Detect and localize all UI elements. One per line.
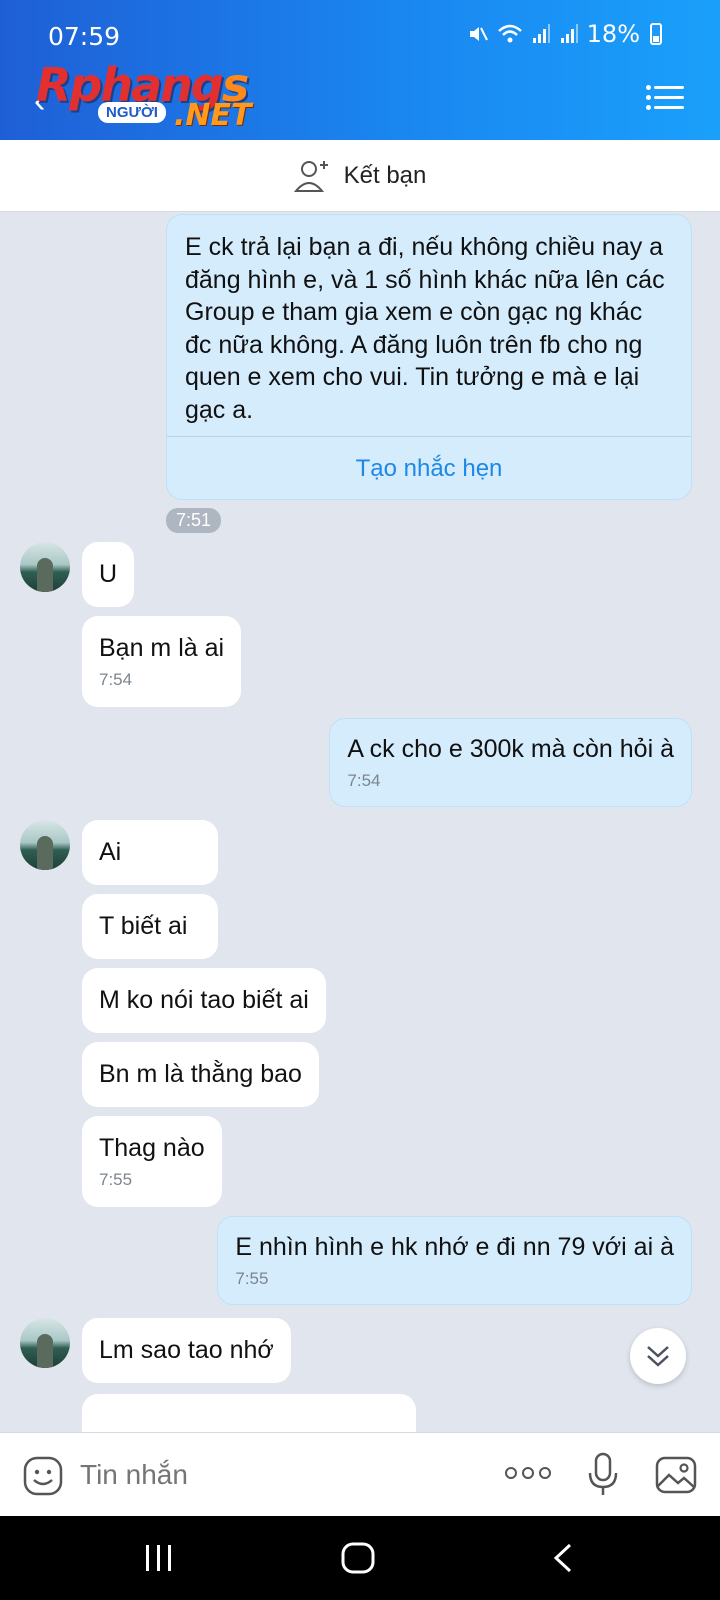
scroll-to-bottom-button[interactable] [630, 1328, 686, 1384]
status-icons: 18% [467, 20, 662, 48]
message-text: Lm sao tao nhớ [99, 1336, 274, 1364]
incoming-message[interactable]: T biết ai [82, 894, 218, 959]
message-text: E nhìn hình e hk nhớ e đi nn 79 với ai à [235, 1233, 674, 1261]
recent-apps-icon[interactable] [142, 1542, 176, 1574]
more-options-icon[interactable] [504, 1463, 552, 1483]
menu-list-icon[interactable] [646, 82, 684, 112]
incoming-message[interactable] [82, 1394, 416, 1432]
outgoing-message[interactable]: E ck trả lại bạn a đi, nếu không chiều n… [166, 214, 692, 500]
signal-icon [560, 24, 578, 43]
wifi-icon [497, 24, 522, 43]
incoming-message[interactable]: Ai [82, 820, 218, 885]
message-text: Thag nào [99, 1134, 205, 1162]
message-text: Ai [99, 838, 122, 866]
microphone-icon[interactable] [586, 1451, 620, 1499]
image-gallery-icon[interactable] [654, 1455, 698, 1495]
avatar[interactable] [20, 542, 70, 592]
message-text: U [99, 560, 118, 588]
double-chevron-down-icon [647, 1346, 669, 1367]
signal-icon [532, 24, 550, 43]
add-friend-icon [293, 160, 328, 192]
battery-percent: 18% [586, 20, 640, 48]
emoji-sticker-icon[interactable] [22, 1455, 64, 1497]
message-text: Bạn m là ai [99, 634, 225, 662]
message-time: 7:55 [99, 1170, 133, 1189]
logo-pill: NGƯỜI [98, 102, 166, 123]
incoming-message[interactable]: U [82, 542, 135, 607]
message-text: M ko nói tao biết ai [99, 986, 309, 1014]
mute-icon [469, 27, 488, 41]
app-header: 07:59 18% ‹ Rphangs NGƯỜI .NET [0, 0, 720, 140]
avatar[interactable] [20, 1318, 70, 1368]
add-friend-label: Kết bạn [343, 161, 427, 189]
back-nav-icon[interactable] [548, 1542, 578, 1574]
message-time: 7:54 [99, 670, 133, 689]
logo-net: .NET [174, 98, 252, 133]
message-text: E ck trả lại bạn a đi, nếu không chiều n… [185, 233, 665, 424]
message-text: A ck cho e 300k mà còn hỏi à [347, 735, 674, 763]
add-friend-button[interactable]: Kết bạn [0, 140, 720, 212]
message-text: Bn m là thằng bao [99, 1060, 302, 1088]
system-navigation-bar [0, 1516, 720, 1600]
rphangs-logo: Rphangs NGƯỜI .NET [36, 58, 256, 136]
incoming-message[interactable]: Thag nào 7:55 [82, 1116, 222, 1207]
incoming-message[interactable]: Lm sao tao nhớ [82, 1318, 291, 1383]
create-reminder-button[interactable]: Tạo nhắc hẹn [167, 437, 691, 499]
message-composer [0, 1432, 720, 1516]
time-pill: 7:51 [166, 508, 222, 533]
avatar[interactable] [20, 820, 70, 870]
battery-icon [650, 23, 662, 45]
home-icon[interactable] [340, 1542, 376, 1574]
status-time: 07:59 [48, 22, 121, 51]
incoming-message[interactable]: Bạn m là ai 7:54 [82, 616, 242, 707]
message-input[interactable] [80, 1453, 480, 1497]
chat-area[interactable]: E ck trả lại bạn a đi, nếu không chiều n… [0, 212, 720, 1432]
outgoing-message[interactable]: A ck cho e 300k mà còn hỏi à 7:54 [329, 718, 692, 807]
outgoing-message[interactable]: E nhìn hình e hk nhớ e đi nn 79 với ai à… [217, 1216, 692, 1305]
message-time: 7:54 [347, 771, 381, 790]
message-text: T biết ai [99, 912, 188, 940]
incoming-message[interactable]: Bn m là thằng bao [82, 1042, 319, 1107]
message-time: 7:55 [235, 1269, 269, 1288]
incoming-message[interactable]: M ko nói tao biết ai [82, 968, 326, 1033]
